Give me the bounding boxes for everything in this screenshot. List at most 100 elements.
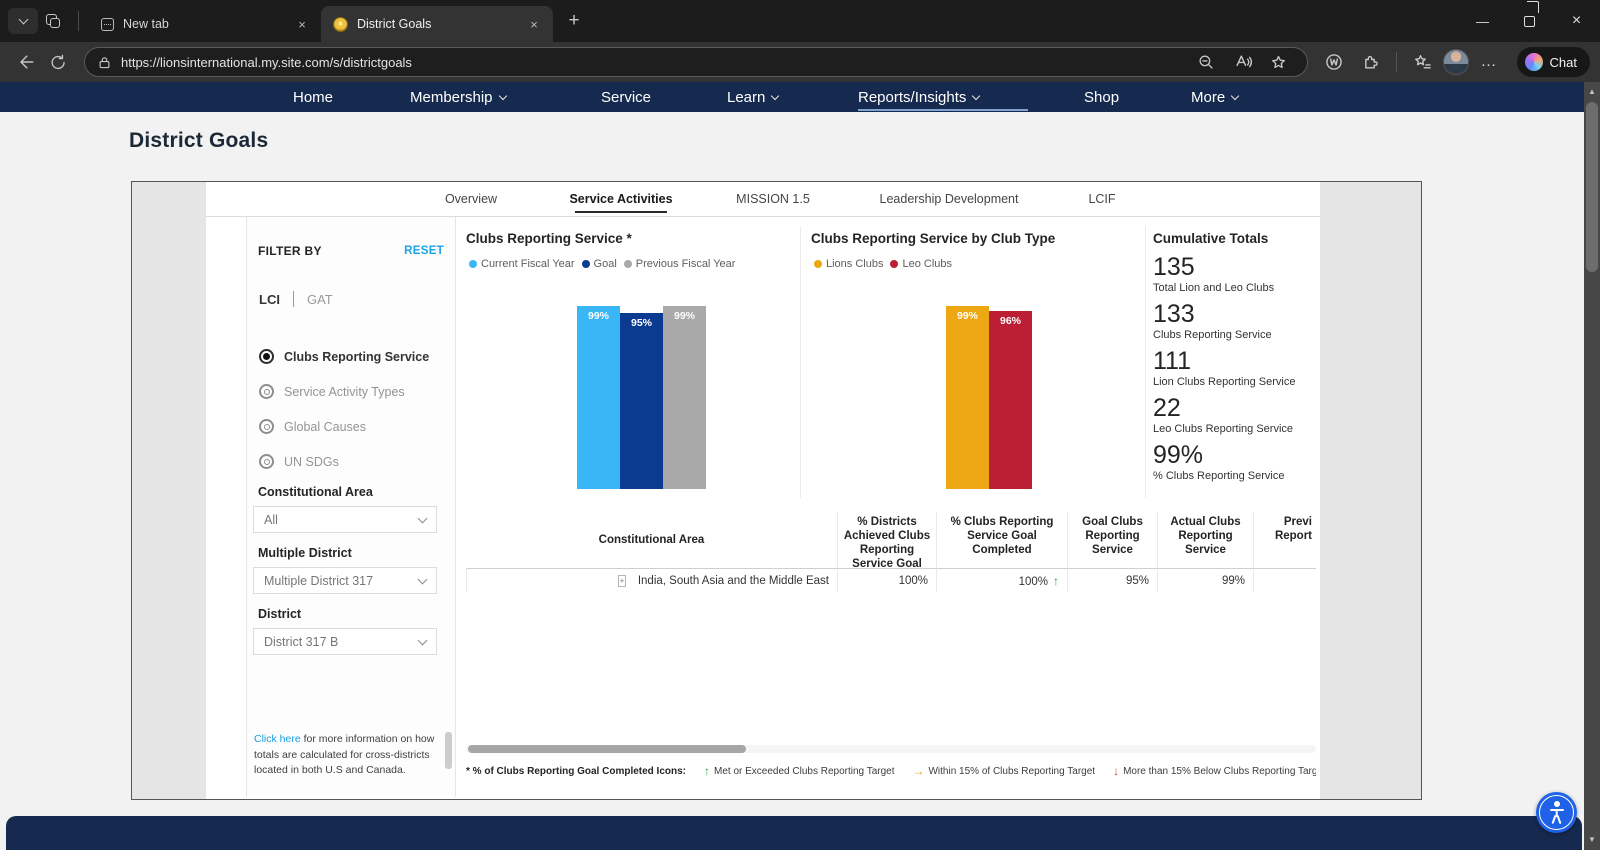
bar-leo-clubs[interactable]: 96% bbox=[989, 311, 1032, 489]
extensions-button[interactable] bbox=[1354, 47, 1386, 77]
column-header[interactable]: Actual Clubs Reporting Service bbox=[1157, 512, 1253, 568]
chart2-bars: 99%96% bbox=[946, 306, 1032, 489]
accessibility-widget-button[interactable] bbox=[1536, 792, 1577, 833]
panel-divider bbox=[800, 226, 801, 498]
nav-item-home[interactable]: Home bbox=[293, 82, 333, 112]
radio-clubs-reporting-service[interactable]: Clubs Reporting Service bbox=[259, 339, 447, 374]
multiple-district-label: Multiple District bbox=[253, 546, 437, 560]
footnote-label: * % of Clubs Reporting Goal Completed Ic… bbox=[466, 766, 686, 777]
report-tab-overview[interactable]: Overview bbox=[445, 182, 497, 216]
restore-icon bbox=[1524, 16, 1535, 27]
report-tab-lcif[interactable]: LCIF bbox=[1088, 182, 1115, 216]
maximize-button[interactable] bbox=[1506, 0, 1553, 42]
close-tab-button[interactable]: × bbox=[293, 15, 311, 33]
lci-gat-toggle: LCI GAT bbox=[259, 291, 333, 307]
copilot-chat-button[interactable]: Chat bbox=[1517, 47, 1590, 77]
bar-current-fiscal-year[interactable]: 99% bbox=[577, 306, 620, 489]
expand-row-icon[interactable]: + bbox=[618, 575, 625, 587]
nav-item-learn[interactable]: Learn bbox=[727, 82, 778, 112]
cumulative-totals-title: Cumulative Totals bbox=[1153, 231, 1268, 246]
multiple-district-dropdown[interactable]: Multiple District 317 bbox=[253, 567, 437, 594]
reset-button[interactable]: RESET bbox=[404, 245, 444, 257]
zoom-out-button[interactable] bbox=[1191, 47, 1223, 77]
constitutional-area-dropdown[interactable]: All bbox=[253, 506, 437, 533]
nav-item-more[interactable]: More bbox=[1191, 82, 1238, 112]
page-scrollbar-thumb[interactable] bbox=[1586, 102, 1598, 272]
collections-button[interactable] bbox=[1407, 47, 1439, 77]
settings-more-button[interactable]: … bbox=[1473, 47, 1505, 77]
chevron-down-icon bbox=[498, 91, 506, 99]
table-cell-districts-achieved: 100% bbox=[837, 568, 936, 592]
toggle-gat[interactable]: GAT bbox=[307, 292, 333, 307]
district-dropdown[interactable]: District 317 B bbox=[253, 628, 437, 655]
bar-goal[interactable]: 95% bbox=[620, 313, 663, 489]
back-button[interactable] bbox=[10, 47, 42, 77]
table-cell-goal-clubs: 95% bbox=[1067, 568, 1157, 592]
report-tab-bar: Overview Service Activities MISSION 1.5 … bbox=[206, 182, 1320, 217]
read-aloud-button[interactable] bbox=[1227, 47, 1259, 77]
url-bar[interactable]: https://lionsinternational.my.site.com/s… bbox=[84, 47, 1308, 77]
chevron-down-icon bbox=[1231, 91, 1239, 99]
w-extension-button[interactable] bbox=[1318, 47, 1350, 77]
minimize-button[interactable]: — bbox=[1459, 0, 1506, 42]
column-header[interactable]: Constitutional Area bbox=[466, 512, 837, 568]
toggle-lci[interactable]: LCI bbox=[259, 292, 280, 307]
page-content: Home Membership Service Learn Reports/In… bbox=[0, 82, 1584, 850]
chat-label: Chat bbox=[1550, 55, 1577, 70]
close-tab-button[interactable]: × bbox=[525, 15, 543, 33]
new-tab-button[interactable]: + bbox=[559, 7, 589, 35]
report-tab-leadership-development[interactable]: Leadership Development bbox=[880, 182, 1019, 216]
radio-service-activity-types[interactable]: Service Activity Types bbox=[259, 374, 447, 409]
close-window-button[interactable]: × bbox=[1553, 0, 1600, 42]
radio-global-causes[interactable]: Global Causes bbox=[259, 409, 447, 444]
report-tab-mission-15[interactable]: MISSION 1.5 bbox=[736, 182, 810, 216]
tab-search-button[interactable] bbox=[8, 8, 38, 34]
filter-scrollbar-thumb[interactable] bbox=[445, 732, 452, 769]
site-navigation: Home Membership Service Learn Reports/In… bbox=[0, 82, 1584, 112]
stat-label: Clubs Reporting Service bbox=[1153, 329, 1315, 342]
browser-tab-newtab[interactable]: New tab × bbox=[89, 6, 321, 42]
horizontal-scrollbar-thumb[interactable] bbox=[468, 745, 746, 753]
horizontal-scrollbar[interactable] bbox=[466, 745, 1316, 753]
nav-item-shop[interactable]: Shop bbox=[1084, 82, 1119, 112]
w-badge-icon bbox=[1324, 52, 1344, 72]
nav-item-service[interactable]: Service bbox=[601, 82, 651, 112]
chevron-down-icon bbox=[18, 15, 28, 25]
nav-item-membership[interactable]: Membership bbox=[410, 82, 506, 112]
column-header[interactable]: Previ Report bbox=[1253, 512, 1316, 568]
column-header[interactable]: % Clubs Reporting Service Goal Completed bbox=[936, 512, 1067, 568]
table-row-area-cell[interactable]: + India, South Asia and the Middle East bbox=[466, 568, 837, 592]
magnifier-minus-icon bbox=[1197, 53, 1216, 72]
browser-tab-district-goals[interactable]: District Goals × bbox=[321, 6, 553, 42]
column-header[interactable]: Goal Clubs Reporting Service bbox=[1067, 512, 1157, 568]
page-scrollbar[interactable]: ▲ ▼ bbox=[1584, 82, 1600, 850]
legend-dot-previous-fiscal-year bbox=[624, 260, 632, 268]
refresh-button[interactable] bbox=[42, 47, 74, 77]
active-nav-underline bbox=[858, 109, 1028, 111]
dashboard-left-margin bbox=[132, 182, 206, 799]
chart1-bars: 99%95%99% bbox=[577, 306, 706, 489]
click-here-link[interactable]: Click here bbox=[254, 733, 301, 745]
scroll-up-icon[interactable]: ▲ bbox=[1584, 84, 1600, 100]
radio-un-sdgs[interactable]: UN SDGs bbox=[259, 444, 447, 479]
profile-avatar[interactable] bbox=[1443, 49, 1469, 75]
bar-previous-fiscal-year[interactable]: 99% bbox=[663, 306, 706, 489]
bar-value-label: 95% bbox=[620, 317, 663, 329]
dashboard-right-margin bbox=[1320, 182, 1421, 799]
page-favicon-icon bbox=[101, 18, 114, 31]
tab-actions-button[interactable] bbox=[38, 8, 68, 34]
back-arrow-icon bbox=[16, 52, 36, 72]
toolbar-divider bbox=[1396, 52, 1397, 72]
site-footer-bar bbox=[6, 816, 1582, 850]
scroll-down-icon[interactable]: ▼ bbox=[1584, 832, 1600, 848]
toggle-divider bbox=[293, 291, 294, 307]
favorite-star-button[interactable] bbox=[1263, 47, 1295, 77]
kpi-down-icon: ↓ bbox=[1113, 764, 1119, 778]
chevron-down-icon bbox=[771, 91, 779, 99]
refresh-icon bbox=[49, 53, 68, 72]
kpi-up-icon: ↑ bbox=[1053, 574, 1059, 588]
titlebar-divider bbox=[78, 11, 79, 31]
column-header[interactable]: % Districts Achieved Clubs Reporting Ser… bbox=[837, 512, 936, 568]
nav-item-reports-insights[interactable]: Reports/Insights bbox=[858, 82, 979, 112]
bar-lions-clubs[interactable]: 99% bbox=[946, 306, 989, 489]
